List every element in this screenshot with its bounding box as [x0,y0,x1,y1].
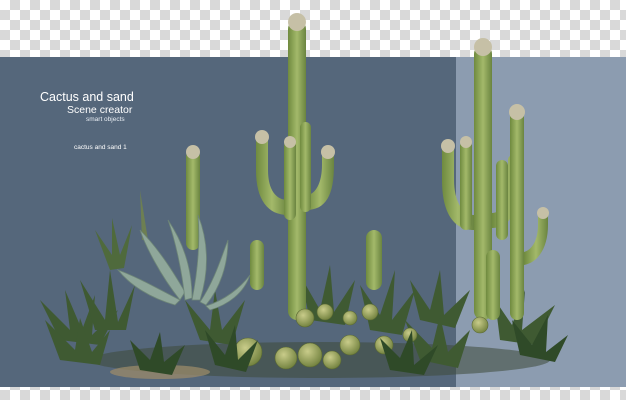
cactus-scene-illustration [40,13,568,379]
saguaro-cactus-right [441,38,549,320]
saguaro-cactus-left [186,145,200,250]
small-columnar-cactus [250,230,382,290]
agave-plant [116,214,251,311]
saguaro-cactus-center [255,13,335,320]
